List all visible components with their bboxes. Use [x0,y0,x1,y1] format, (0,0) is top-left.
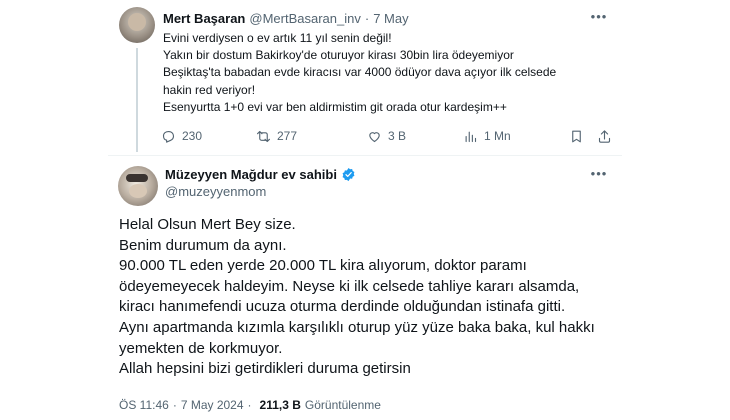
reply-count: 230 [182,129,203,143]
verified-badge-icon [342,167,355,181]
like-count: 3 B [388,129,407,143]
tweet-date[interactable]: 7 May 2024 [181,398,244,412]
tweet-text-line: Yakın bir dostum Bakirkoy'de oturuyor ki… [163,48,514,63]
share-icon [598,129,611,143]
tweet-text-line: 90.000 TL eden yerde 20.000 TL kira alıy… [119,257,527,275]
like-button[interactable]: 3 B [367,127,406,145]
tweet-text-line: Helal Olsun Mert Bey size. [119,216,296,233]
tweet-text-line: Esenyurtta 1+0 evi var ben aldirmistim g… [163,99,507,114]
retweet-button[interactable]: 277 [256,127,297,145]
meta-separator: · [172,398,177,412]
tweet-text-line: ödeyemeyecek haldeyim. Neyse ki ilk cels… [119,277,580,295]
author-handle[interactable]: @muzeyyenmom [165,184,266,199]
retweet-icon [257,130,270,142]
author-name-row: Müzeyyen Mağdur ev sahibi [165,165,356,183]
tweet-text-line: kiracı hanımefendi ucuza oturma derdinde… [119,298,566,316]
divider [108,155,622,156]
header-separator: · [364,10,370,26]
author-name[interactable]: Mert Başaran [163,11,245,26]
tweet-date[interactable]: 7 May [373,11,408,26]
views-count: 1 Mn [484,129,511,143]
tweet-text-line: hakin red veriyor! [163,82,256,97]
action-bar: 230 277 3 B 1 Mn [161,127,611,145]
avatar[interactable] [118,166,158,206]
tweet-text-line: Beşiktaş'ta babadan evde kiracısı var 40… [163,65,557,80]
views-count: 211,3 B [259,398,301,412]
views-button[interactable]: 1 Mn [463,127,511,145]
share-button[interactable] [597,127,612,145]
bookmark-icon [572,130,581,142]
tweet-text-line: Benim durumum da aynı. [119,236,287,254]
views-bar-chart-icon [465,131,477,142]
views-label: Görüntülenme [304,398,381,412]
meta-separator: · [247,398,252,412]
bookmark-button[interactable] [569,127,584,145]
tweet-text-line: Evini verdiysen o ev artık 11 yıl senin … [163,31,392,45]
reply-button[interactable]: 230 [161,127,202,145]
tweet-text-line: yemekten de korkmuyor. [119,339,283,357]
author-handle[interactable]: @MertBasaran_inv [249,11,360,26]
tweet-time[interactable]: ÖS 11:46 [119,398,169,412]
author-name[interactable]: Müzeyyen Mağdur ev sahibi [165,167,337,182]
tweet-text-line: Allah hepsini bizi getirdikleri duruma g… [119,360,411,378]
heart-icon [369,131,380,142]
tweet-meta: ÖS 11:46 · 7 May 2024 · 211,3 B Görüntül… [119,397,381,413]
reply-icon [162,130,175,143]
more-horizontal-icon[interactable]: ••• [590,10,608,24]
tweet-text-line: Aynı apartmanda kızımla karşılıklı oturu… [119,318,595,336]
reply-tweet-text: Evini verdiysen o ev artık 11 yıl senin … [163,30,583,116]
main-tweet-text: Helal Olsun Mert Bey size. Benim durumum… [119,215,619,380]
reply-tweet-header: Mert Başaran @MertBasaran_inv · 7 May [163,9,409,27]
retweet-count: 277 [277,129,298,143]
thread-connector-line [136,48,138,152]
avatar[interactable] [119,7,155,43]
more-horizontal-icon[interactable]: ••• [590,167,608,181]
